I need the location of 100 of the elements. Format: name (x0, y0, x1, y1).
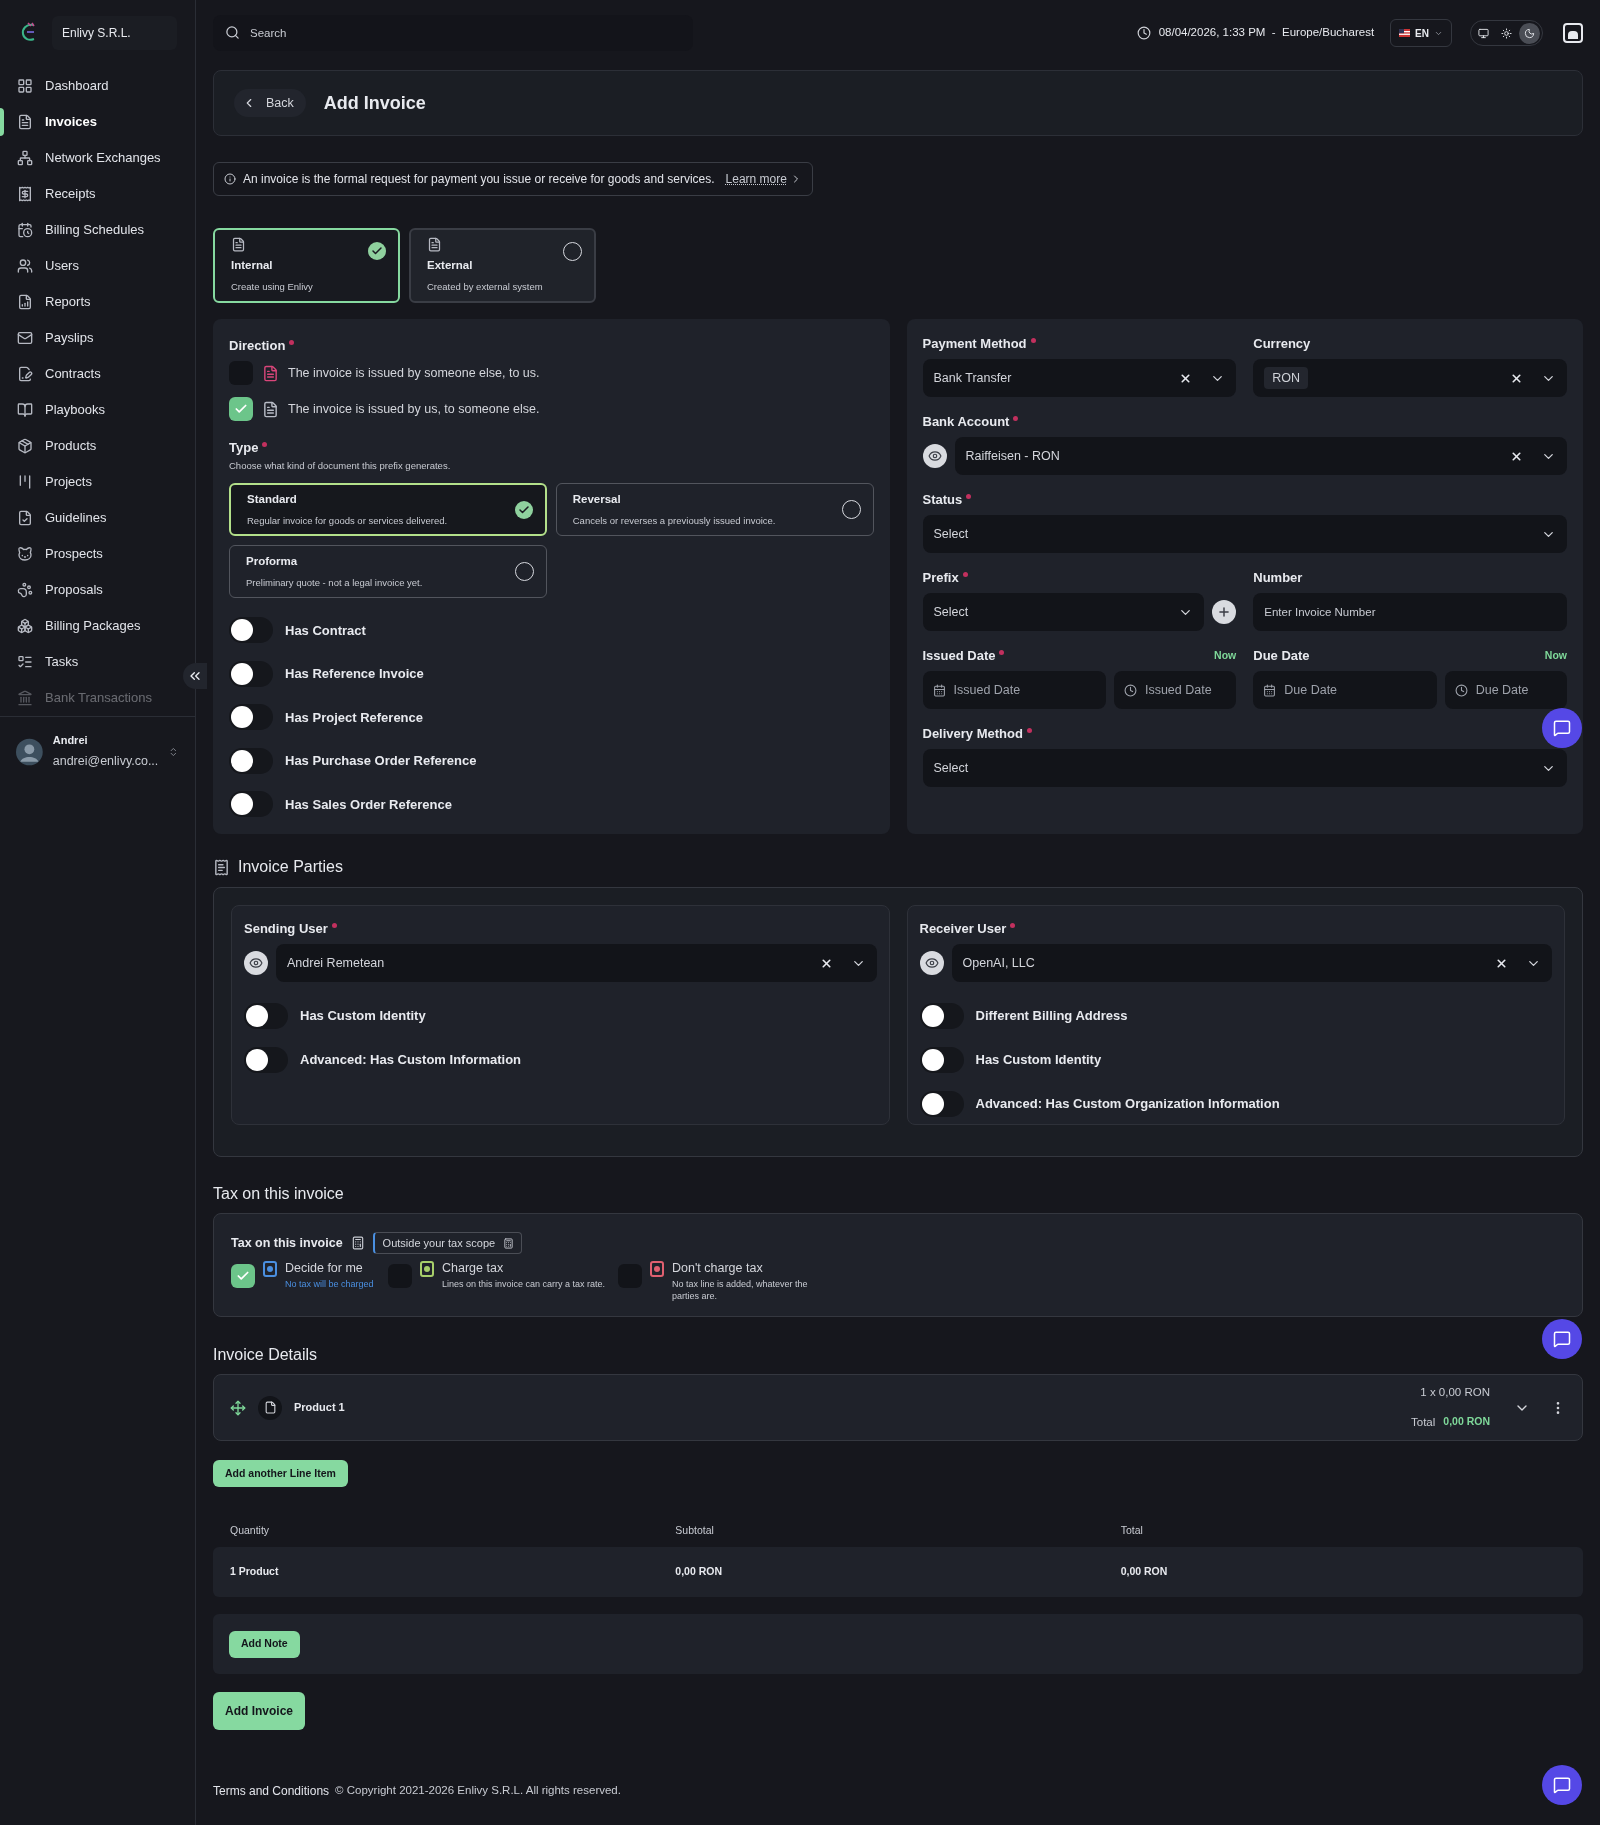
field-label: Receiver User (919, 919, 1016, 939)
type-option-card[interactable]: Reversal Cancels or reverses a previously issued invoice. (555, 483, 874, 537)
tax-option-description: No tax line is added, whatever the parties are. (672, 1277, 808, 1302)
user-email: andrei@enlivy.co... (52, 752, 159, 770)
user-name: Andrei (52, 733, 89, 749)
time-field[interactable]: Due Date (1444, 671, 1567, 709)
toggle-label: Different Billing Address (975, 1007, 1128, 1026)
select-field[interactable]: Raiffeisen - RON (954, 437, 1567, 475)
section-heading: Tax on this invoice (213, 1184, 345, 1204)
nav-item[interactable]: Proposals (45, 580, 103, 600)
column-header: Subtotal (675, 1523, 715, 1539)
origin-option-card[interactable]: External Created by external system (409, 228, 596, 303)
nav-item[interactable]: Contracts (45, 364, 101, 384)
toggle-label: Has Project Reference (285, 708, 423, 727)
type-option-card[interactable]: Proforma Preliminary quote - not a legal invoice yet. (229, 545, 547, 599)
origin-option-card[interactable]: Internal Create using Enlivy (213, 228, 400, 303)
line-item-name: Product 1 (294, 1400, 345, 1416)
info-text: An invoice is the formal request for payment you issue or receive for goods and services. (243, 171, 715, 188)
toggle-label: Has Contract (285, 621, 366, 640)
page-title: Add Invoice (323, 91, 426, 115)
tax-option-description: Lines on this invoice can carry a tax rate. (442, 1277, 606, 1290)
field-label: Currency (1253, 335, 1311, 354)
field-label: Type (229, 438, 268, 458)
add-note-button[interactable]: Add Note (229, 1630, 300, 1658)
table-cell-text: 0,00 RON (1120, 1564, 1169, 1580)
field-label: Status (922, 490, 972, 510)
tax-option-title[interactable]: Don't charge tax (672, 1259, 808, 1278)
section-heading: Invoice Parties (238, 857, 343, 877)
toggle-label: Has Reference Invoice (285, 665, 424, 683)
field-label: Direction (229, 336, 295, 356)
unit-price: 1 x 0,00 RON (1420, 1385, 1490, 1401)
field-label: Payment Method (922, 334, 1036, 354)
now-link[interactable]: Now (1214, 648, 1237, 664)
total-amount: 0,00 RON (1443, 1414, 1490, 1430)
nav-item[interactable]: Dashboard (45, 76, 109, 96)
date-field[interactable]: Issued Date (922, 671, 1106, 709)
column-header: Quantity (230, 1523, 271, 1539)
language-selector[interactable]: EN (1390, 19, 1452, 47)
tax-option-title[interactable]: Charge tax (442, 1259, 606, 1278)
select-field[interactable]: Bank Transfer (922, 359, 1237, 397)
nav-item[interactable]: Billing Schedules (45, 220, 144, 240)
nav-item[interactable]: Tasks (45, 652, 79, 672)
date-field[interactable]: Due Date (1253, 671, 1437, 709)
tax-label: Tax on this invoice (231, 1234, 343, 1252)
toggle-label: Has Purchase Order Reference (285, 752, 477, 770)
invoice-number-field[interactable]: Enter Invoice Number (1253, 593, 1567, 631)
field-label: Bank Account (922, 412, 1019, 432)
add-line-item-button[interactable]: Add another Line Item (213, 1460, 348, 1487)
tax-option-description: No tax will be charged (285, 1277, 374, 1290)
copyright-text: © Copyright 2021-2026 Enlivy S.R.L. All rights reserved. (335, 1783, 621, 1799)
field-label: Due Date (1253, 647, 1310, 666)
toggle-label: Has Custom Identity (300, 1007, 426, 1026)
select-field[interactable]: Select (922, 515, 1567, 553)
selected-chip: RON (1264, 366, 1309, 390)
nav-item[interactable]: Payslips (45, 328, 94, 348)
learn-more-link[interactable]: Learn more (725, 170, 802, 188)
select-field[interactable]: Select (922, 593, 1205, 631)
select-field[interactable]: Andrei Remetean (276, 944, 877, 982)
type-option-card[interactable]: Standard Regular invoice for goods or services delivered. (229, 483, 547, 537)
select-field[interactable]: OpenAI, LLC (951, 944, 1552, 982)
nav-item[interactable]: Guidelines (45, 508, 107, 528)
field-label: Delivery Method (922, 724, 1032, 744)
column-header: Total (1120, 1523, 1144, 1539)
toggle-label: Has Sales Order Reference (285, 795, 452, 814)
field-label: Number (1253, 569, 1303, 588)
nav-item[interactable]: Prospects (45, 544, 103, 564)
direction-option[interactable]: The invoice is issued by someone else, to us. (288, 363, 540, 383)
select-field[interactable]: RON (1253, 359, 1567, 397)
field-label: Sending User (244, 919, 337, 939)
nav-item[interactable]: Receipts (45, 184, 96, 204)
back-button[interactable]: Back (234, 89, 306, 117)
type-hint: Choose what kind of document this prefix generates. (229, 459, 452, 473)
nav-item[interactable]: Playbooks (45, 400, 105, 420)
section-heading: Invoice Details (213, 1345, 319, 1365)
field-label: Prefix (922, 568, 968, 588)
toggle-label: Has Custom Identity (975, 1051, 1102, 1070)
toggle-label: Advanced: Has Custom Organization Information (975, 1095, 1280, 1114)
nav-item[interactable]: Reports (45, 292, 91, 312)
table-cell-text: 1 Product (230, 1564, 280, 1580)
nav-item[interactable]: Projects (45, 472, 92, 492)
now-link[interactable]: Now (1544, 648, 1567, 664)
table-cell-text: 0,00 RON (675, 1564, 723, 1580)
terms-link[interactable]: Terms and Conditions (213, 1782, 330, 1800)
company-name[interactable]: Enlivy S.R.L. (52, 16, 177, 50)
nav-item[interactable]: Users (45, 256, 79, 276)
field-label: Issued Date (922, 646, 1005, 666)
time-field[interactable]: Issued Date (1113, 671, 1237, 709)
nav-item[interactable]: Invoices (45, 112, 98, 132)
direction-option[interactable]: The invoice is issued by us, to someone else. (288, 399, 540, 419)
nav-item[interactable]: Billing Packages (45, 616, 141, 636)
tax-scope-badge: Outside your tax scope (372, 1232, 523, 1254)
add-invoice-button[interactable]: Add Invoice (213, 1692, 305, 1730)
select-field[interactable]: Select (922, 749, 1567, 787)
nav-item[interactable]: Network Exchanges (45, 148, 161, 168)
total-label: Total (1411, 1414, 1436, 1430)
toggle-label: Advanced: Has Custom Information (300, 1051, 522, 1070)
search-field[interactable]: Search (213, 15, 693, 51)
current-datetime: 08/04/2026, 1:33 PM - Europe/Bucharest (1158, 25, 1375, 41)
tax-option-title[interactable]: Decide for me (285, 1259, 374, 1278)
nav-item[interactable]: Products (45, 436, 97, 456)
